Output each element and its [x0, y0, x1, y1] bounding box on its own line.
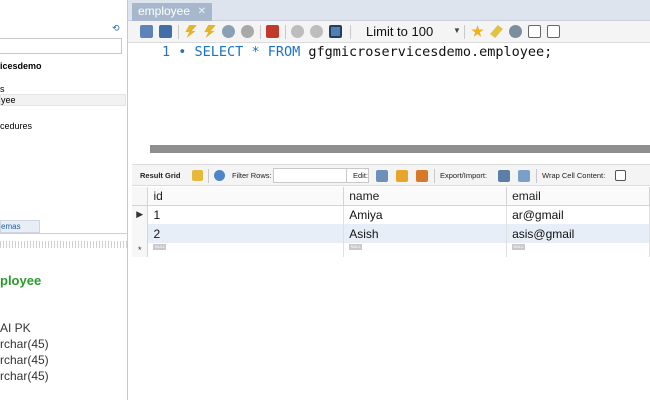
null-cell[interactable]: NULL — [147, 243, 345, 257]
export-icon[interactable] — [498, 170, 510, 182]
import-icon[interactable] — [518, 170, 530, 182]
cell-id[interactable]: 1 — [147, 205, 345, 224]
result-table: id name email ▶ 1 Amiya ar@gmail 2 Asish… — [132, 187, 650, 257]
stop-icon[interactable] — [241, 25, 254, 38]
schemas-tab[interactable]: emas — [0, 220, 40, 233]
tab-divider — [0, 233, 127, 234]
column-info-id: AI PK — [0, 321, 31, 335]
toolbar-separator — [464, 25, 465, 39]
edit-row-icon[interactable] — [376, 170, 388, 182]
delete-row-icon[interactable] — [416, 170, 428, 182]
table-row[interactable]: ▶ 1 Amiya ar@gmail — [132, 205, 650, 224]
sql-toolbar: Limit to 100 ▼ — [128, 21, 650, 43]
row-header-corner — [132, 187, 149, 206]
refresh-icon[interactable]: ⟲ — [112, 24, 121, 33]
query-tab-bar: employee ✕ — [128, 0, 650, 21]
null-badge: NULL — [512, 244, 526, 250]
sql-keyword: FROM — [267, 44, 301, 60]
cell-email[interactable]: ar@gmail — [506, 205, 650, 224]
column-info-name: rchar(45) — [0, 337, 49, 351]
wrap-cell-label: Wrap Cell Content: — [542, 171, 606, 180]
open-file-icon[interactable] — [140, 25, 153, 38]
sql-editor[interactable]: 1 • SELECT * FROM gfgmicroservicesdemo.e… — [128, 43, 650, 143]
autocommit-icon[interactable] — [329, 25, 342, 38]
toolbar-separator — [260, 25, 261, 39]
tree-procedures-item[interactable]: cedures — [0, 121, 32, 131]
export-import-label: Export/Import: — [440, 171, 488, 180]
save-icon[interactable] — [159, 25, 172, 38]
result-grid-label[interactable]: Result Grid — [140, 171, 180, 180]
column-info-extra: rchar(45) — [0, 369, 49, 383]
toolbar-separator — [434, 169, 435, 183]
toolbar-separator — [208, 169, 209, 183]
cell-id[interactable]: 2 — [147, 224, 345, 243]
null-cell[interactable]: NULL — [506, 243, 650, 257]
edit-label: Edit: — [353, 171, 369, 180]
execute-current-icon[interactable] — [204, 25, 216, 38]
column-header-name[interactable]: name — [343, 187, 508, 206]
toolbar-separator — [536, 169, 537, 183]
toolbar-separator — [346, 169, 347, 183]
cell-email[interactable]: asis@gmail — [506, 224, 650, 243]
null-badge: NULL — [153, 244, 167, 250]
toolbar-separator — [178, 25, 179, 39]
null-badge: NULL — [349, 244, 363, 250]
rollback-icon[interactable] — [310, 25, 323, 38]
cell-name[interactable]: Amiya — [343, 205, 508, 224]
tab-employee[interactable]: employee ✕ — [132, 3, 212, 21]
beautify-icon[interactable] — [490, 25, 503, 38]
new-row[interactable]: * NULL NULL NULL — [132, 243, 650, 257]
column-header-email[interactable]: email — [506, 187, 650, 206]
commit-icon[interactable] — [291, 25, 304, 38]
row-marker[interactable] — [132, 224, 149, 243]
chevron-down-icon[interactable]: ▼ — [453, 26, 461, 35]
table-header-row: id name email — [132, 187, 650, 206]
editor-scrollbar[interactable] — [150, 145, 650, 153]
add-row-icon[interactable] — [396, 170, 408, 182]
search-icon[interactable] — [509, 25, 522, 38]
toggle-error-icon[interactable] — [266, 25, 279, 38]
tree-schema-item[interactable]: icesdemo — [0, 61, 42, 71]
execute-icon[interactable] — [185, 25, 197, 38]
tree-table-employee[interactable]: yee — [0, 94, 126, 106]
refresh-icon[interactable] — [214, 170, 225, 181]
tree-tables-item[interactable]: s — [0, 84, 5, 94]
sql-table-name: gfgmicroservicesdemo.employee; — [308, 44, 553, 60]
toolbar-separator — [350, 25, 351, 39]
invisible-chars-icon[interactable] — [528, 25, 541, 38]
schema-filter-input[interactable] — [0, 38, 122, 54]
navigator-panel: ⟲ icesdemo s yee cedures emas ployee AI … — [0, 0, 128, 400]
sql-keyword: SELECT — [194, 44, 244, 60]
line-number: 1 — [162, 44, 171, 60]
close-icon[interactable]: ✕ — [198, 3, 206, 20]
result-grid: id name email ▶ 1 Amiya ar@gmail 2 Asish… — [132, 187, 650, 400]
cell-name[interactable]: Asish — [343, 224, 508, 243]
result-toolbar: Result Grid Filter Rows: Edit: Export/Im… — [132, 164, 650, 186]
filter-rows-label: Filter Rows: — [232, 171, 272, 180]
toolbar-separator — [285, 25, 286, 39]
explain-icon[interactable] — [222, 25, 235, 38]
object-info-title: ployee — [0, 273, 42, 288]
grid-icon[interactable] — [192, 170, 203, 181]
column-header-id[interactable]: id — [147, 187, 345, 206]
wrap-cell-icon[interactable] — [615, 170, 626, 181]
new-row-marker[interactable]: * — [132, 243, 149, 257]
navigator-header — [0, 0, 127, 22]
limit-select[interactable]: Limit to 100 — [366, 24, 433, 39]
tab-label: employee — [138, 4, 191, 18]
panel-splitter[interactable] — [0, 241, 127, 248]
sql-line-1[interactable]: 1 • SELECT * FROM gfgmicroservicesdemo.e… — [162, 44, 552, 60]
null-cell[interactable]: NULL — [343, 243, 508, 257]
row-marker[interactable]: ▶ — [132, 205, 149, 224]
table-row[interactable]: 2 Asish asis@gmail — [132, 224, 650, 243]
sql-keyword: * — [251, 44, 260, 60]
wrap-lines-icon[interactable] — [547, 25, 560, 38]
star-icon[interactable] — [471, 25, 484, 37]
column-info-email: rchar(45) — [0, 353, 49, 367]
